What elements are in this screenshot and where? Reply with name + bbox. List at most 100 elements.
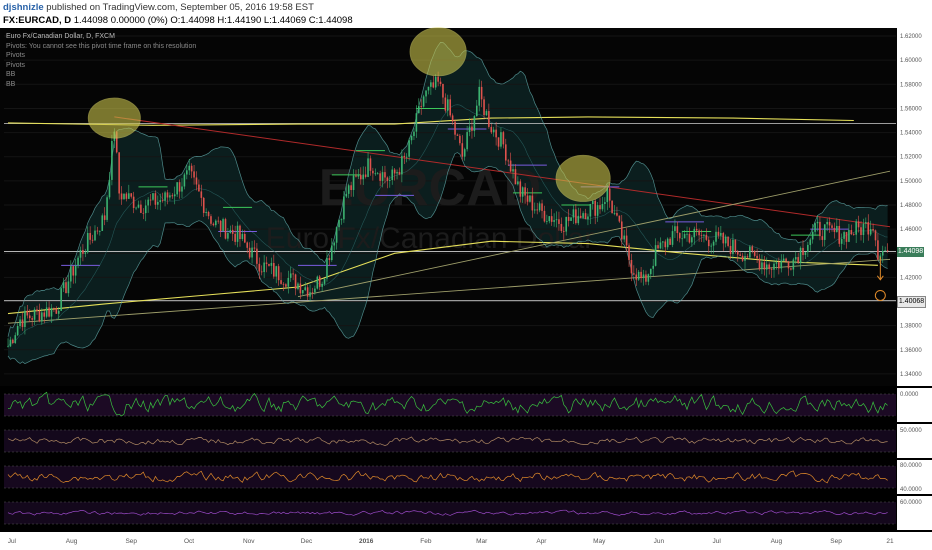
highlight-circle-0 [87,97,141,139]
candle-body [662,241,664,243]
candle-body [258,263,261,272]
osc-axis-label-1: 50.0000 [900,428,922,434]
y-tick-label-2: 1.58000 [900,82,922,88]
candle-body [96,230,99,232]
candle-body [314,288,316,293]
candle-body [369,158,372,171]
candle-body [886,250,889,252]
candle-body [101,215,104,231]
candle-body [186,170,188,175]
candle-body [219,220,222,232]
candle-body [577,215,580,224]
candle-body [84,252,87,254]
candle-body [280,280,282,284]
highlight-circle-2 [555,154,611,202]
candle-body [695,228,698,231]
candle-body [12,339,14,343]
candle-body [326,258,328,279]
candle-body [775,262,778,264]
candle-body [306,287,309,297]
candle-body [316,276,319,289]
candle-body [282,283,285,285]
candle-body [391,169,394,181]
candle-body [367,158,369,177]
candle-body [253,247,256,249]
candle-body [420,106,423,107]
candle-body [613,213,616,214]
candle-body [72,266,75,276]
y-tick-label-10: 1.42000 [900,275,922,281]
osc-axis-label-3: 60.0000 [900,500,922,506]
candle-body [584,213,587,220]
x-tick-label-15: 21 [886,538,894,545]
candle-body [850,230,853,235]
candle-body [524,187,526,196]
candle-body [198,184,200,192]
candle-body [565,216,567,232]
candle-body [594,200,596,216]
candle-body [787,261,790,269]
candle-body [739,254,741,256]
candle-body [173,194,176,197]
candle-body [430,82,432,87]
candle-body [132,196,135,208]
candle-body [401,155,403,175]
candle-body [490,126,493,133]
candle-body [41,312,43,322]
osc-axis-top-2: 80.0000 [900,463,922,469]
candle-body [331,245,333,261]
candle-body [681,238,683,240]
indicator-legend: Euro Fx/Canadian Dollar, D, FXCM Pivots:… [6,32,196,89]
candle-body [654,245,657,266]
candle-body [715,231,717,242]
x-tick-label-5: Dec [301,538,313,545]
candle-body [799,247,802,263]
candle-body [33,309,36,320]
candle-body [782,258,785,261]
candle-body [804,252,807,255]
candle-body [618,215,621,222]
candle-body [790,268,792,270]
candle-body [256,248,258,264]
candle-body [246,242,249,248]
candle-body [128,193,130,199]
candle-body [309,292,311,297]
y-tick-label-8: 1.46000 [900,227,922,233]
candle-body [446,99,449,111]
candle-body [555,219,558,221]
candle-body [82,249,84,254]
legend-line-2: Pivots [6,52,26,59]
candle-body [604,202,606,204]
candle-body [700,235,703,237]
candle-body [388,180,391,181]
candle-body [410,136,413,141]
x-tick-label-12: Jul [713,538,722,545]
time-axis-bg [0,532,932,550]
candle-body [778,262,780,269]
candle-body [797,257,799,263]
legend-title: Euro Fx/Canadian Dollar, D, FXCM [6,33,115,40]
candle-body [517,181,519,185]
candle-body [862,223,865,235]
candle-body [24,310,26,327]
candle-body [55,308,58,314]
x-tick-label-10: May [593,538,606,545]
candle-body [463,149,466,157]
candle-body [514,169,517,185]
candle-body [188,165,191,171]
candle-body [135,207,137,209]
candle-body [210,216,212,224]
candle-body [437,76,439,82]
candle-body [287,277,290,287]
candle-body [877,240,879,260]
candle-body [826,221,828,225]
candle-body [857,221,860,228]
candle-body [529,195,531,202]
candle-body [763,262,766,270]
level-price-tag: 1.40068 [897,295,926,308]
candle-body [140,204,142,213]
candle-body [488,111,490,127]
candle-body [205,212,207,213]
candle-body [475,105,478,117]
candle-body [338,219,340,228]
